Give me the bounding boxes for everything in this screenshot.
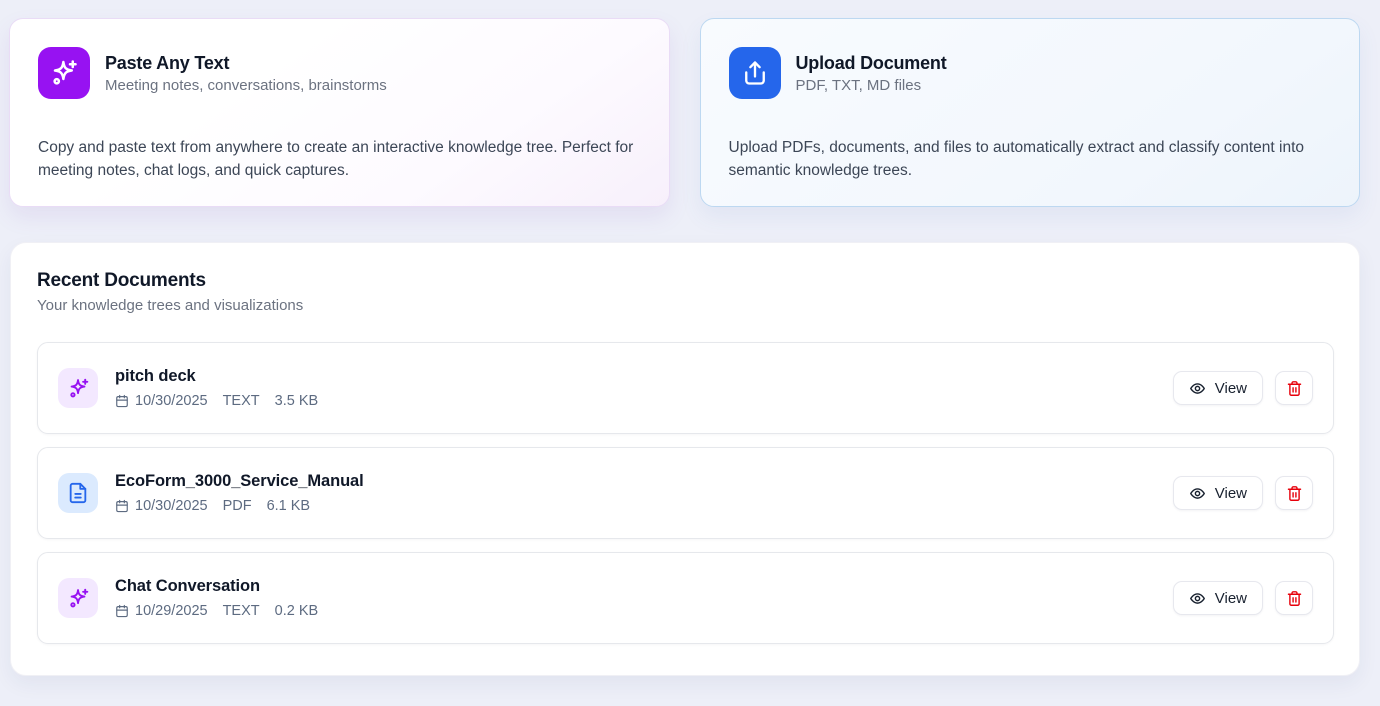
document-size: 3.5 KB xyxy=(275,393,319,409)
view-button[interactable]: View xyxy=(1173,476,1263,510)
document-date: 10/30/2025 xyxy=(135,498,208,514)
paste-card-description: Copy and paste text from anywhere to cre… xyxy=(38,137,641,183)
sparkles-icon xyxy=(38,47,90,99)
document-meta: 10/29/2025 TEXT 0.2 KB xyxy=(115,603,1156,619)
document-meta: 10/30/2025 TEXT 3.5 KB xyxy=(115,393,1156,409)
row-actions: View xyxy=(1173,581,1313,615)
page: Paste Any Text Meeting notes, conversati… xyxy=(0,0,1380,676)
eye-icon xyxy=(1189,485,1206,502)
document-row: Chat Conversation 10/29/2025 TEXT 0.2 KB xyxy=(37,552,1334,644)
upload-document-card[interactable]: Upload Document PDF, TXT, MD files Uploa… xyxy=(700,18,1361,207)
view-button[interactable]: View xyxy=(1173,371,1263,405)
upload-card-header: Upload Document PDF, TXT, MD files xyxy=(729,47,1332,99)
document-type: TEXT xyxy=(223,393,260,409)
paste-card-subtitle: Meeting notes, conversations, brainstorm… xyxy=(105,77,387,94)
view-button-label: View xyxy=(1215,485,1247,502)
panel-title: Recent Documents xyxy=(37,270,1334,292)
document-size: 6.1 KB xyxy=(267,498,311,514)
delete-button[interactable] xyxy=(1275,371,1313,405)
upload-card-description: Upload PDFs, documents, and files to aut… xyxy=(729,137,1332,183)
document-name: EcoForm_3000_Service_Manual xyxy=(115,472,1156,491)
delete-button[interactable] xyxy=(1275,581,1313,615)
calendar-icon xyxy=(115,604,129,618)
view-button-label: View xyxy=(1215,380,1247,397)
paste-card-header: Paste Any Text Meeting notes, conversati… xyxy=(38,47,641,99)
recent-documents-panel: Recent Documents Your knowledge trees an… xyxy=(10,242,1360,676)
document-info: pitch deck 10/30/2025 TEXT 3.5 KB xyxy=(115,367,1156,409)
document-date: 10/30/2025 xyxy=(135,393,208,409)
document-type: TEXT xyxy=(223,603,260,619)
document-info: EcoForm_3000_Service_Manual 10/30/2025 P… xyxy=(115,472,1156,514)
delete-button[interactable] xyxy=(1275,476,1313,510)
document-list: pitch deck 10/30/2025 TEXT 3.5 KB xyxy=(37,342,1334,644)
eye-icon xyxy=(1189,590,1206,607)
paste-card-title: Paste Any Text xyxy=(105,53,387,74)
row-actions: View xyxy=(1173,371,1313,405)
action-cards: Paste Any Text Meeting notes, conversati… xyxy=(9,18,1360,207)
document-row: EcoForm_3000_Service_Manual 10/30/2025 P… xyxy=(37,447,1334,539)
paste-text-card[interactable]: Paste Any Text Meeting notes, conversati… xyxy=(9,18,670,207)
calendar-icon xyxy=(115,499,129,513)
sparkles-icon xyxy=(58,368,98,408)
sparkles-icon xyxy=(58,578,98,618)
trash-icon xyxy=(1286,380,1303,397)
upload-card-subtitle: PDF, TXT, MD files xyxy=(796,77,947,94)
row-actions: View xyxy=(1173,476,1313,510)
view-button-label: View xyxy=(1215,590,1247,607)
calendar-icon xyxy=(115,394,129,408)
upload-icon xyxy=(729,47,781,99)
eye-icon xyxy=(1189,380,1206,397)
trash-icon xyxy=(1286,590,1303,607)
document-type: PDF xyxy=(223,498,252,514)
upload-card-title: Upload Document xyxy=(796,53,947,74)
document-date: 10/29/2025 xyxy=(135,603,208,619)
document-name: Chat Conversation xyxy=(115,577,1156,596)
document-name: pitch deck xyxy=(115,367,1156,386)
panel-subtitle: Your knowledge trees and visualizations xyxy=(37,297,1334,314)
view-button[interactable]: View xyxy=(1173,581,1263,615)
document-meta: 10/30/2025 PDF 6.1 KB xyxy=(115,498,1156,514)
trash-icon xyxy=(1286,485,1303,502)
document-size: 0.2 KB xyxy=(275,603,319,619)
document-info: Chat Conversation 10/29/2025 TEXT 0.2 KB xyxy=(115,577,1156,619)
document-row: pitch deck 10/30/2025 TEXT 3.5 KB xyxy=(37,342,1334,434)
file-text-icon xyxy=(58,473,98,513)
